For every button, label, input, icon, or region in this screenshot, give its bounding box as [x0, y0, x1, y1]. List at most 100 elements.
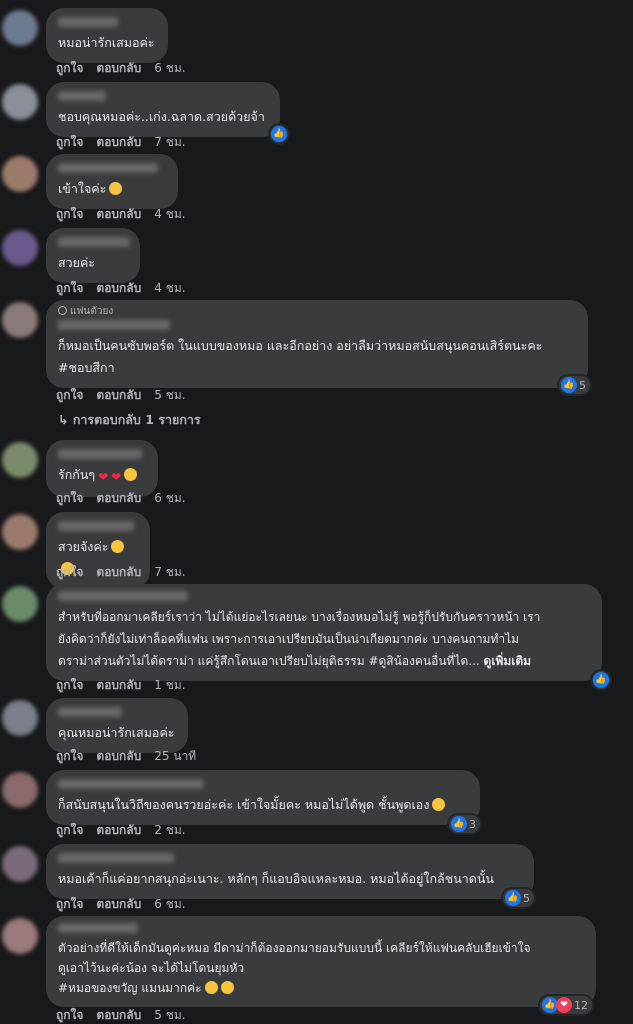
reply-button[interactable]: ตอบกลับ [96, 59, 141, 77]
comment-bubble: คุณหมอน่ารักเสมอค่ะ [46, 698, 188, 753]
comment-time[interactable]: 2 ชม. [154, 821, 185, 839]
avatar[interactable] [2, 772, 38, 808]
comment-actions: ถูกใจ ตอบกลับ 2 ชม. [56, 821, 186, 839]
reaction-summary[interactable]: 👍 ❤ 12 [540, 996, 592, 1014]
reaction-count: 12 [574, 998, 588, 1012]
thumbs-up-icon: 👍 [271, 126, 287, 142]
comment-time[interactable]: 5 ชม. [154, 386, 185, 404]
commenter-name[interactable] [58, 237, 130, 247]
comment-time[interactable]: 4 ชม. [154, 279, 185, 297]
reaction-summary[interactable]: 👍 [592, 671, 610, 689]
avatar[interactable] [2, 84, 38, 120]
like-button[interactable]: ถูกใจ [56, 386, 83, 404]
reply-button[interactable]: ตอบกลับ [96, 133, 141, 151]
avatar[interactable] [2, 846, 38, 882]
avatar[interactable] [2, 156, 38, 192]
comment-text-content: รักกันๆ [58, 467, 96, 482]
smile-emoji-icon [109, 182, 123, 195]
comment-actions: ถูกใจ ตอบกลับ 25 นาที [56, 747, 196, 765]
comment-bubble: สวยค่ะ [46, 228, 140, 283]
commenter-name[interactable] [58, 521, 134, 531]
avatar[interactable] [2, 302, 38, 338]
commenter-name[interactable] [58, 707, 122, 717]
reaction-summary[interactable]: 👍 5 [559, 376, 590, 394]
comment-time[interactable]: 7 ชม. [154, 563, 185, 581]
avatar[interactable] [2, 442, 38, 478]
reply-button[interactable]: ตอบกลับ [96, 821, 141, 839]
reply-button[interactable]: ตอบกลับ [96, 489, 141, 507]
reply-button[interactable]: ตอบกลับ [96, 563, 141, 581]
comment-time[interactable]: 1 ชม. [154, 676, 185, 694]
reply-button[interactable]: ตอบกลับ [96, 676, 141, 694]
like-button[interactable]: ถูกใจ [56, 747, 83, 765]
heart-icon: ❤ [98, 470, 109, 484]
reply-button[interactable]: ตอบกลับ [96, 279, 141, 297]
commenter-name[interactable] [58, 320, 170, 330]
comment-bubble: ก็สนับสนุนในวิถีของคนรวยอ่ะค่ะ เข้าใจมั้… [46, 770, 480, 833]
avatar[interactable] [2, 586, 38, 622]
comment-time[interactable]: 6 ชม. [154, 59, 185, 77]
commenter-name[interactable] [58, 17, 118, 27]
avatar[interactable] [2, 514, 38, 550]
comment-text-content: สำหรับที่ออกมาเคลียร์เราว่า ไม่ได้แย่อะไ… [58, 610, 541, 668]
reply-button[interactable]: ตอบกลับ [96, 747, 141, 765]
comment-time[interactable]: 5 ชม. [154, 1006, 185, 1024]
commenter-name[interactable] [58, 591, 188, 601]
comment-actions: ถูกใจ ตอบกลับ 6 ชม. [56, 489, 186, 507]
comment-actions: ถูกใจ ตอบกลับ 6 ชม. [56, 895, 186, 913]
reply-button[interactable]: ตอบกลับ [96, 895, 141, 913]
comment-actions: ถูกใจ ตอบกลับ 5 ชม. [56, 386, 186, 404]
thumbs-up-icon: 👍 [593, 672, 609, 688]
like-button[interactable]: ถูกใจ [56, 279, 83, 297]
thumbs-up-icon: 👍 [505, 890, 521, 906]
comment-text: หมอเค้าก็แค่อยากสนุกอ่ะเนาะ. หลักๆ ก็แอบ… [58, 871, 494, 886]
commenter-name[interactable] [58, 163, 158, 173]
reply-button[interactable]: ตอบกลับ [96, 1006, 141, 1024]
commenter-name[interactable] [58, 449, 142, 459]
like-button[interactable]: ถูกใจ [56, 563, 83, 581]
avatar[interactable] [2, 700, 38, 736]
badge-label: แฟนตัวยง [70, 306, 114, 317]
view-replies-link[interactable]: ↳ การตอบกลับ 1 รายการ [58, 410, 201, 430]
like-button[interactable]: ถูกใจ [56, 1006, 83, 1024]
comment-time[interactable]: 6 ชม. [154, 895, 185, 913]
like-button[interactable]: ถูกใจ [56, 821, 83, 839]
comment-actions: ถูกใจ ตอบกลับ 1 ชม. [56, 676, 186, 694]
reply-button[interactable]: ตอบกลับ [96, 386, 141, 404]
see-more-link[interactable]: ดูเพิ่มเติม [484, 654, 532, 668]
avatar[interactable] [2, 230, 38, 266]
reaction-count: 5 [579, 378, 586, 392]
reaction-summary[interactable]: 👍 [270, 125, 288, 143]
avatar[interactable] [2, 918, 38, 954]
view-replies-label: การตอบกลับ 1 รายการ [72, 412, 201, 427]
commenter-name[interactable] [58, 91, 106, 101]
comment-time[interactable]: 25 นาที [154, 747, 196, 765]
reaction-summary[interactable]: 👍 3 [449, 815, 480, 833]
top-fan-badge: แฟนตัวยง [58, 306, 576, 318]
thumbs-up-icon: 👍 [451, 816, 467, 832]
reply-arrow-icon: ↳ [58, 412, 69, 427]
like-button[interactable]: ถูกใจ [56, 133, 83, 151]
like-button[interactable]: ถูกใจ [56, 895, 83, 913]
ok-hand-emoji-icon [111, 540, 125, 553]
comment-text: หมอน่ารักเสมอค่ะ [58, 35, 155, 50]
like-button[interactable]: ถูกใจ [56, 676, 83, 694]
comment-bubble: เข้าใจค่ะ [46, 154, 178, 209]
commenter-name[interactable] [58, 923, 138, 933]
reaction-summary[interactable]: 👍 5 [503, 889, 534, 907]
comment-actions: ถูกใจ ตอบกลับ 7 ชม. [56, 133, 186, 151]
comment-time[interactable]: 4 ชม. [154, 205, 185, 223]
commenter-name[interactable] [58, 853, 174, 863]
comment-time[interactable]: 7 ชม. [154, 133, 185, 151]
commenter-name[interactable] [58, 779, 204, 789]
comment-bubble: ชอบคุณหมอค่ะ..เก่ง.ฉลาด.สวยด้วยจ้า 👍 [46, 82, 288, 143]
like-button[interactable]: ถูกใจ [56, 489, 83, 507]
comment-text-content: ตัวอย่างที่ดีให้เด็กมันดูค่ะหมอ มีดาม่าก… [58, 941, 531, 995]
comment-bubble: แฟนตัวยง ก็หมอเป็นคนซับพอร์ต ในแบบของหมอ… [46, 300, 590, 394]
reply-button[interactable]: ตอบกลับ [96, 205, 141, 223]
heart-eyes-emoji-icon [220, 981, 234, 994]
like-button[interactable]: ถูกใจ [56, 205, 83, 223]
avatar[interactable] [2, 10, 38, 46]
comment-time[interactable]: 6 ชม. [154, 489, 185, 507]
like-button[interactable]: ถูกใจ [56, 59, 83, 77]
